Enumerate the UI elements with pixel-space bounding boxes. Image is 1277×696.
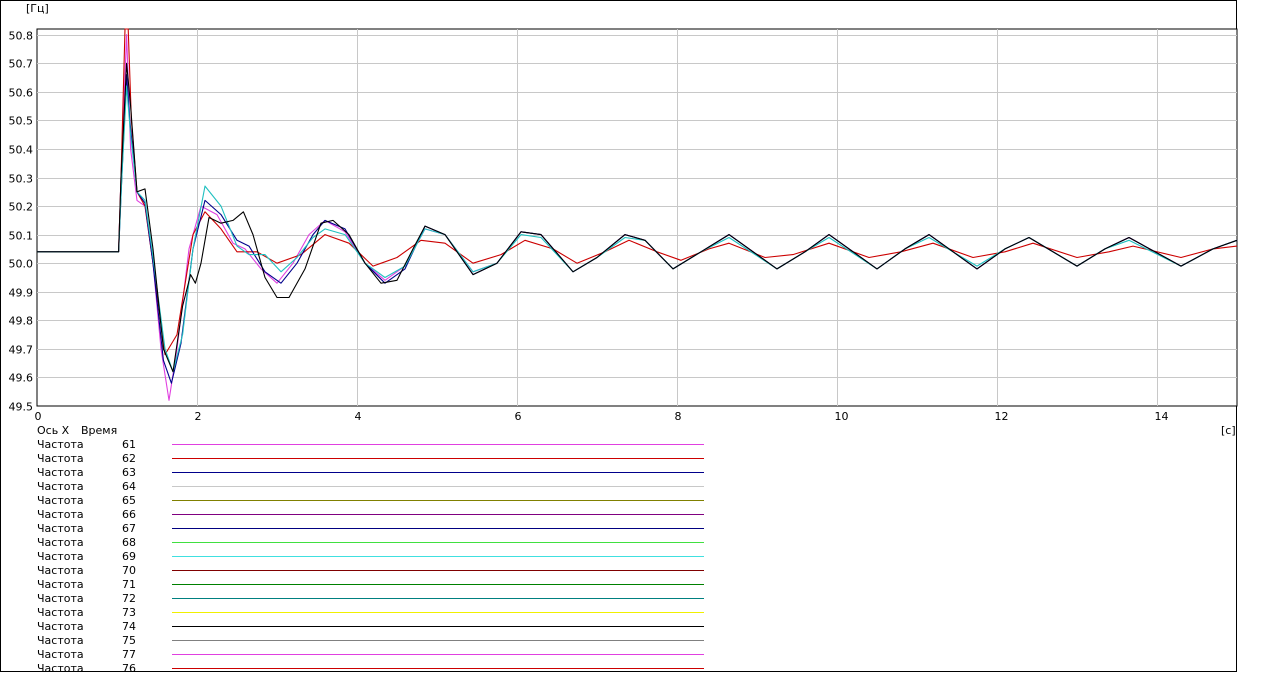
y-tick-label: 49.5	[9, 401, 34, 414]
legend-item-number: 63	[122, 466, 136, 479]
y-tick-label: 50.7	[9, 58, 34, 71]
legend-item-name: Частота	[37, 578, 84, 591]
y-tick-label: 49.7	[9, 344, 34, 357]
legend-item-name: Частота	[37, 606, 84, 619]
legend-item-number: 76	[122, 662, 136, 675]
legend-item-name: Частота	[37, 662, 84, 675]
x-tick-label: 8	[675, 410, 682, 423]
y-tick-label: 50.5	[9, 115, 34, 128]
y-tick-label: 50.6	[9, 87, 34, 100]
y-tick-label: 50.3	[9, 173, 34, 186]
x-tick-label: 0	[35, 410, 42, 423]
x-tick-label: 14	[1155, 410, 1169, 423]
y-tick-label: 49.8	[9, 315, 34, 328]
legend-item-number: 64	[122, 480, 136, 493]
legend-item-number: 61	[122, 438, 136, 451]
legend-item-number: 71	[122, 578, 136, 591]
y-tick-label: 50.4	[9, 144, 34, 157]
y-tick-label: 50.1	[9, 230, 34, 243]
legend-item-number: 77	[122, 648, 136, 661]
legend-item-name: Частота	[37, 620, 84, 633]
y-tick-label: 50.0	[9, 258, 34, 271]
legend-header-name: Время	[81, 424, 117, 437]
legend-item-name: Частота	[37, 522, 84, 535]
x-tick-label: 10	[835, 410, 849, 423]
y-tick-label: 49.9	[9, 287, 34, 300]
x-tick-label: 6	[515, 410, 522, 423]
legend-item-name: Частота	[37, 536, 84, 549]
legend-item-number: 62	[122, 452, 136, 465]
y-tick-label: 49.6	[9, 372, 34, 385]
x-tick-label: 2	[195, 410, 202, 423]
legend-item-name: Частота	[37, 592, 84, 605]
legend-item-name: Частота	[37, 438, 84, 451]
legend-item-number: 66	[122, 508, 136, 521]
legend-item-name: Частота	[37, 634, 84, 647]
y-tick-label: 50.8	[9, 30, 34, 43]
legend: Ось X ВремяЧастота 61Частота 62Частота 63Час…	[37, 424, 704, 675]
legend-item-name: Частота	[37, 466, 84, 479]
grid	[36, 28, 1238, 407]
legend-item-name: Частота	[37, 564, 84, 577]
x-axis-unit: [с]	[1221, 424, 1236, 437]
y-axis-unit: [Гц]	[26, 2, 49, 15]
legend-item-name: Частота	[37, 494, 84, 507]
legend-item-number: 74	[122, 620, 136, 633]
legend-item-name: Частота	[37, 550, 84, 563]
legend-item-number: 70	[122, 564, 136, 577]
legend-item-number: 73	[122, 606, 136, 619]
legend-item-name: Частота	[37, 480, 84, 493]
legend-item-number: 67	[122, 522, 136, 535]
legend-item-name: Частота	[37, 648, 84, 661]
x-tick-label: 4	[355, 410, 362, 423]
x-tick-label: 12	[995, 410, 1009, 423]
frequency-chart: 0 2 4 6 8 10 12 1449.549.649.749.849.950.050.15…	[9, 2, 1238, 675]
legend-item-number: 72	[122, 592, 136, 605]
legend-item-name: Частота	[37, 508, 84, 521]
legend-header-axis: Ось X	[37, 424, 70, 437]
legend-item-number: 75	[122, 634, 136, 647]
legend-item-number: 68	[122, 536, 136, 549]
legend-item-number: 65	[122, 494, 136, 507]
y-tick-label: 50.2	[9, 201, 34, 214]
legend-item-number: 69	[122, 550, 136, 563]
legend-item-name: Частота	[37, 452, 84, 465]
